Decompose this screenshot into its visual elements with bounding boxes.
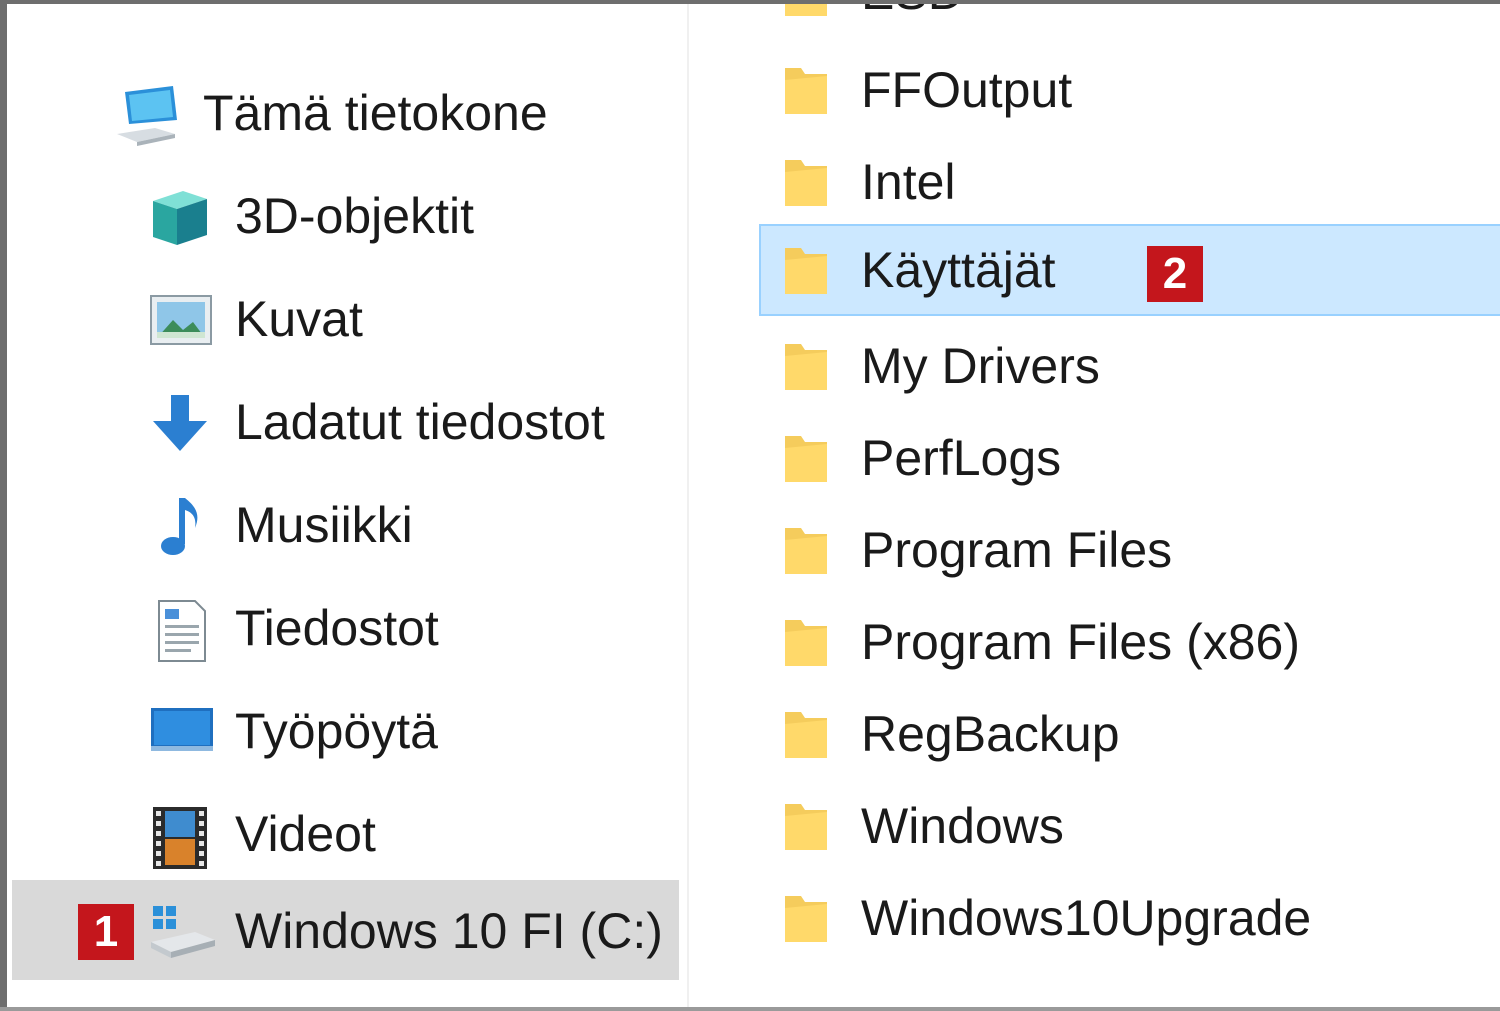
folder-name: RegBackup (861, 706, 1120, 762)
nav-item-label: Kuvat (235, 291, 363, 347)
folder-name: Intel (861, 154, 956, 210)
folder-name: Program Files (861, 522, 1173, 578)
nav-item-pictures[interactable]: Kuvat (7, 268, 679, 368)
folder-name: Käyttäjät (861, 242, 1056, 298)
folder-icon (783, 710, 829, 760)
desktop-icon (149, 702, 213, 760)
nav-item-label: Tämä tietokone (203, 85, 548, 141)
this-pc-icon (115, 84, 177, 146)
folder-row-regbackup[interactable]: RegBackup (759, 688, 1500, 780)
documents-icon (149, 599, 211, 662)
folder-icon (783, 526, 829, 576)
nav-item-drive-c[interactable]: 1 Windows 10 FI (C:) (12, 880, 679, 980)
navigation-pane: Tämä tietokone 3D-objektit Kuvat Ladatut… (7, 4, 687, 1007)
folder-icon (783, 158, 829, 208)
folder-row-windows[interactable]: Windows (759, 780, 1500, 872)
folder-icon (783, 894, 829, 944)
folder-row-intel[interactable]: Intel (759, 136, 1500, 228)
folder-icon (783, 4, 829, 18)
folder-name: Windows (861, 798, 1064, 854)
folder-row-ffoutput[interactable]: FFOutput (759, 44, 1500, 136)
folder-row-my-drivers[interactable]: My Drivers (759, 320, 1500, 412)
folder-row-windows10upgrade[interactable]: Windows10Upgrade (759, 872, 1500, 964)
nav-item-label: Windows 10 FI (C:) (235, 903, 663, 959)
nav-item-label: Musiikki (235, 497, 413, 553)
step-badge-2: 2 (1147, 246, 1203, 302)
music-icon (149, 496, 211, 555)
nav-item-videos[interactable]: Videot (7, 783, 679, 883)
nav-item-desktop[interactable]: Työpöytä (7, 680, 679, 780)
folder-icon (783, 66, 829, 116)
folder-name: My Drivers (861, 338, 1100, 394)
folder-icon (783, 618, 829, 668)
drive-c-icon (149, 902, 215, 960)
nav-item-downloads[interactable]: Ladatut tiedostot (7, 371, 679, 471)
folder-name: Windows10Upgrade (861, 890, 1312, 946)
folder-name: Program Files (x86) (861, 614, 1300, 670)
folder-row-kayttajat[interactable]: Käyttäjät 2 (759, 224, 1500, 316)
nav-item-3d-objects[interactable]: 3D-objektit (7, 165, 679, 265)
nav-item-label: Videot (235, 806, 376, 862)
folder-row-program-files-x86[interactable]: Program Files (x86) (759, 596, 1500, 688)
videos-icon (149, 805, 211, 869)
step-badge-1: 1 (78, 904, 134, 960)
nav-item-label: Tiedostot (235, 600, 439, 656)
window-frame-left (0, 0, 7, 1011)
nav-item-music[interactable]: Musiikki (7, 474, 679, 574)
nav-item-this-pc[interactable]: Tämä tietokone (7, 62, 679, 162)
folder-name: PerfLogs (861, 430, 1062, 486)
file-list: ESD FFOutput Intel Käyttäjät 2 My Driver… (689, 4, 1500, 1007)
nav-item-documents[interactable]: Tiedostot (7, 577, 679, 677)
nav-item-label: 3D-objektit (235, 188, 474, 244)
folder-icon (783, 246, 829, 296)
nav-item-label: Työpöytä (235, 703, 438, 759)
nav-item-label: Ladatut tiedostot (235, 394, 605, 450)
folder-row-esd[interactable]: ESD (759, 4, 1500, 38)
pictures-icon (149, 290, 212, 348)
folder-icon (783, 802, 829, 852)
folder-icon (783, 342, 829, 392)
folder-row-program-files[interactable]: Program Files (759, 504, 1500, 596)
folder-row-perflogs[interactable]: PerfLogs (759, 412, 1500, 504)
folder-name: FFOutput (861, 62, 1073, 118)
downloads-icon (149, 393, 211, 451)
folder-icon (783, 434, 829, 484)
3d-objects-icon (149, 187, 211, 245)
folder-name: ESD (861, 4, 964, 22)
window-frame-bottom (0, 1007, 1500, 1011)
